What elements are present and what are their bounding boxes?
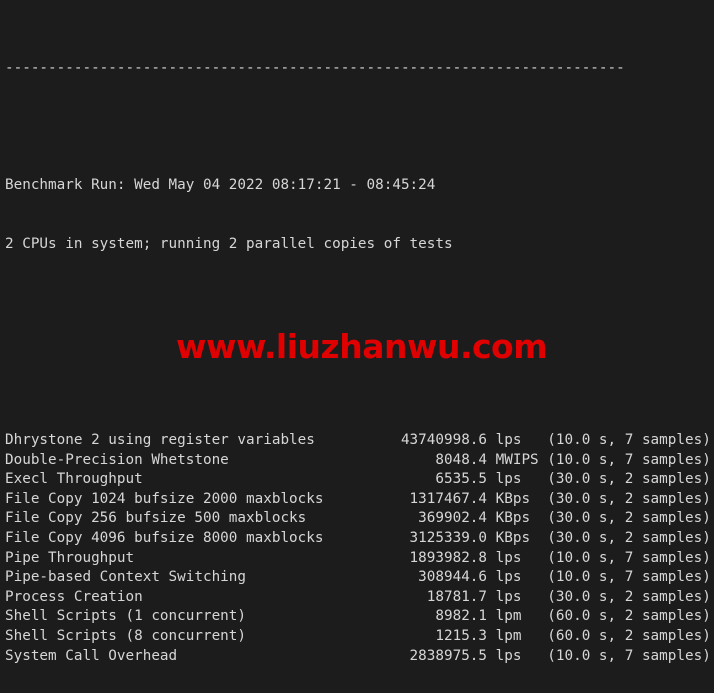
spacer-line-3 <box>5 353 711 373</box>
raw-result-row: Pipe-based Context Switching 308944.6 lp… <box>5 569 711 586</box>
raw-results-block: Dhrystone 2 using register variables 437… <box>5 431 711 666</box>
raw-result-row: Shell Scripts (8 concurrent) 1215.3 lpm … <box>5 628 711 644</box>
terminal-window: ----------------------------------------… <box>0 0 714 693</box>
benchmark-run-line: Benchmark Run: Wed May 04 2022 08:17:21 … <box>5 177 436 194</box>
raw-result-row: System Call Overhead 2838975.5 lps (10.0… <box>5 647 711 664</box>
raw-result-row: Process Creation 18781.7 lps (30.0 s, 2 … <box>5 588 711 605</box>
raw-result-row: Double-Precision Whetstone 8048.4 MWIPS … <box>5 451 711 468</box>
spacer-line-2 <box>5 294 711 314</box>
raw-result-row: File Copy 1024 bufsize 2000 maxblocks 13… <box>5 490 711 507</box>
raw-result-row: Pipe Throughput 1893982.8 lps (10.0 s, 7… <box>5 549 711 566</box>
raw-result-row: Execl Throughput 6535.5 lps (30.0 s, 2 s… <box>5 471 711 488</box>
raw-result-row: File Copy 4096 bufsize 8000 maxblocks 31… <box>5 530 711 547</box>
terminal-output: ----------------------------------------… <box>5 0 711 693</box>
cpu-count-line: 2 CPUs in system; running 2 parallel cop… <box>5 236 453 253</box>
top-separator-rule: ----------------------------------------… <box>5 59 625 76</box>
spacer-line-1 <box>5 118 711 138</box>
raw-result-row: Dhrystone 2 using register variables 437… <box>5 432 711 449</box>
raw-result-row: File Copy 256 bufsize 500 maxblocks 3699… <box>5 510 711 527</box>
raw-result-row: Shell Scripts (1 concurrent) 8982.1 lpm … <box>5 608 711 625</box>
